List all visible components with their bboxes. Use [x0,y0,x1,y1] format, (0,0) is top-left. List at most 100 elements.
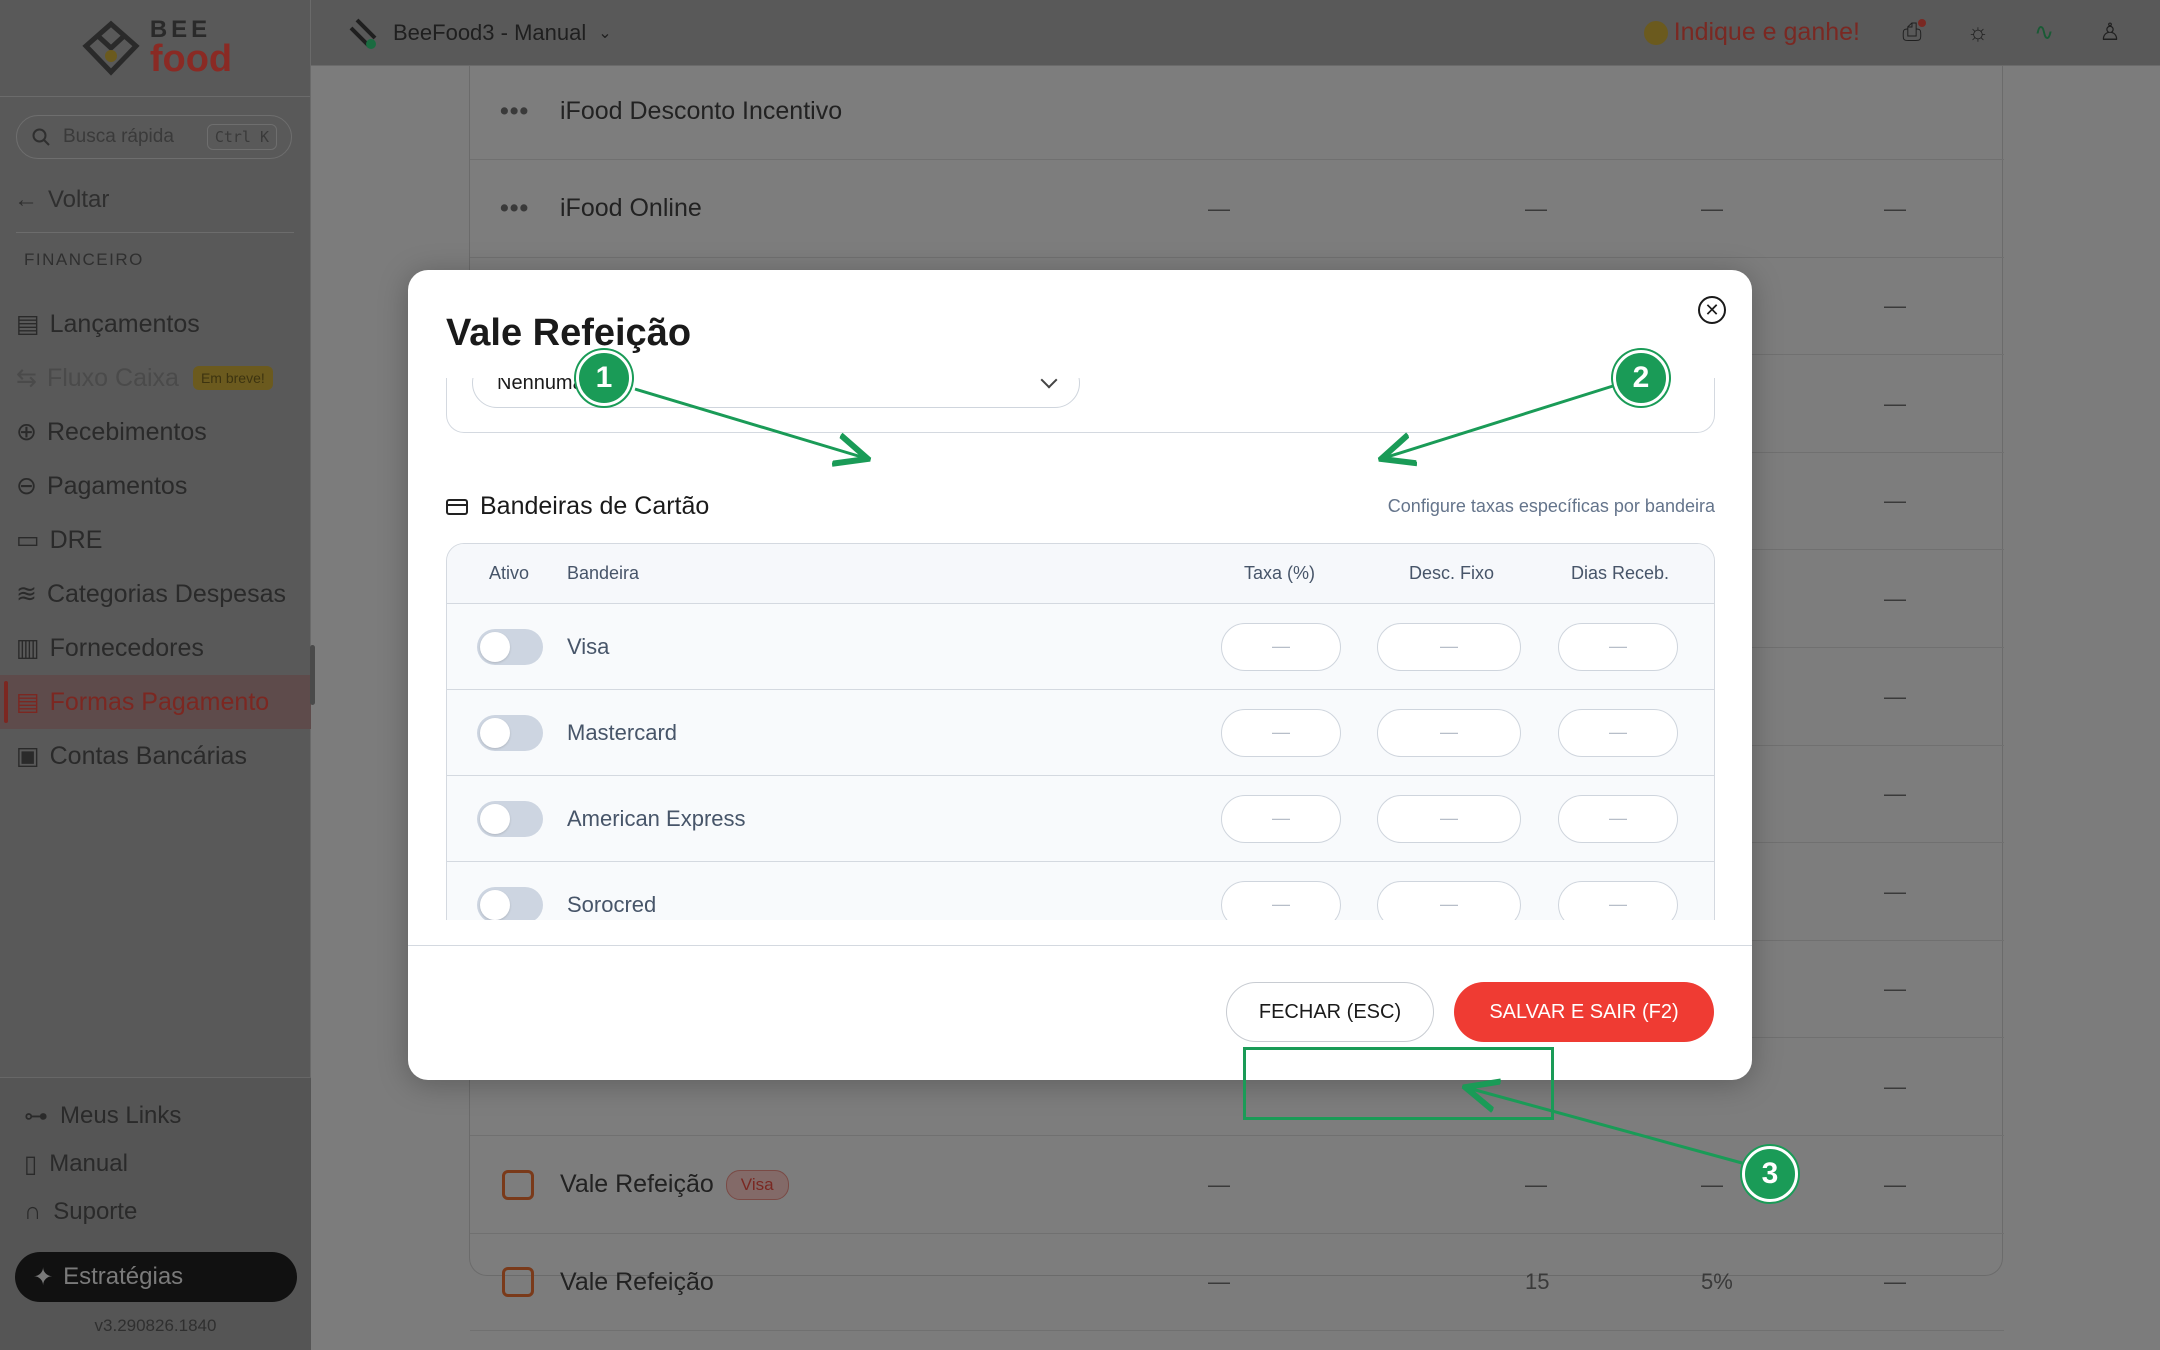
nav-item-formas-pagamento[interactable]: ▤ Formas Pagamento [0,675,311,729]
strategies-button[interactable]: ✦ Estratégias [15,1252,297,1302]
row-cell: — [1525,1171,1547,1197]
nav-item-contas-bancarias[interactable]: ▣ Contas Bancárias [0,729,311,783]
brand-name: American Express [567,805,746,831]
nav-item-fornecedores[interactable]: ▥ Fornecedores [0,621,311,675]
rate-input[interactable]: — [1221,622,1341,671]
card-brands-header: Bandeiras de Cartão Configure taxas espe… [446,492,1715,521]
fixed-discount-input[interactable]: — [1377,794,1521,843]
bee-logo-icon [82,20,140,76]
book-icon: ▯ [24,1150,38,1178]
arrow-up-circle-icon: ⊕ [16,418,37,446]
fixed-discount-input[interactable]: — [1377,622,1521,671]
list-item[interactable]: ••• iFood Online — — — — [470,161,2004,258]
notification-dot [1918,18,1926,27]
rate-input[interactable]: — [1221,794,1341,843]
card-brands-table: Ativo Bandeira Taxa (%) Desc. Fixo Dias … [446,543,1715,920]
active-toggle[interactable] [477,886,543,920]
save-and-exit-button[interactable]: SALVAR E SAIR (F2) [1454,982,1714,1042]
receive-days-input[interactable]: — [1558,708,1678,757]
workspace-selector[interactable]: BeeFood3 - Manual ⌄ [347,16,612,50]
payment-method-name: iFood Desconto Incentivo [560,97,842,126]
layers-icon: ≋ [16,580,37,608]
col-rate: Taxa (%) [1244,563,1316,583]
account-select[interactable]: Nenhuma [472,378,1080,408]
sidebar-scrollbar[interactable] [310,645,315,705]
col-active: Ativo [489,563,530,583]
wallet-icon [502,1169,534,1200]
user-icon[interactable]: ♙ [2096,19,2124,47]
list-item[interactable]: Vale Refeição — 15 5% — [470,1234,2004,1332]
refer-link[interactable]: Indique e ganhe! [1643,18,1860,47]
nav-label: Fornecedores [49,633,204,662]
workspace-logo-icon [349,18,377,49]
section-hint: Configure taxas específicas por bandeira [1387,496,1715,516]
money-face-icon [1643,20,1668,45]
modal-body[interactable]: Nenhuma Bandeiras de Cartão Configure ta… [408,378,1752,920]
back-label: Voltar [48,186,110,213]
sidebar-divider [16,232,294,233]
table-header: Ativo Bandeira Taxa (%) Desc. Fixo Dias … [447,544,1714,604]
nav-item-suporte[interactable]: ∩ Suporte [0,1188,311,1236]
rate-input[interactable]: — [1221,708,1341,757]
brand-logo[interactable]: BEE food [0,0,310,97]
nav-item-lancamentos[interactable]: ▤ Lançamentos [0,297,311,351]
finance-nav: ▤ Lançamentos ⇆ Fluxo Caixa Em breve! ⊕ … [0,297,311,783]
select-value: Nenhuma [497,378,584,394]
nav-item-manual[interactable]: ▯ Manual [0,1140,311,1188]
more-dots-icon[interactable]: ••• [500,97,534,126]
table-row: American Express — — — [447,776,1714,862]
sun-icon[interactable]: ☼ [1964,19,1992,47]
receive-days-input[interactable]: — [1558,794,1678,843]
receive-days-input[interactable]: — [1558,880,1678,920]
nav-label: Fluxo Caixa [46,363,179,392]
row-cell: — [1884,586,1906,611]
close-button[interactable]: FECHAR (ESC) [1226,982,1434,1042]
refer-label: Indique e ganhe! [1673,18,1860,46]
wallet-icon: ▣ [16,742,40,770]
list-item[interactable]: Vale Refeição Visa — — — — [470,1137,2004,1234]
credit-card-icon [446,498,468,515]
chevron-down-icon [1040,378,1058,389]
sidebar-footer: ⊶ Meus Links ▯ Manual ∩ Suporte ✦ Estrat… [0,1077,311,1350]
list-item[interactable]: ••• iFood Desconto Incentivo [470,63,2004,160]
row-cell: — [1884,878,1906,904]
topbar: BeeFood3 - Manual ⌄ Indique e ganhe! ⎙ ☼… [311,0,2160,66]
app-version: v3.290826.1840 [94,1316,217,1335]
nav-item-categorias-despesas[interactable]: ≋ Categorias Despesas [0,567,311,621]
quick-search-input[interactable]: Busca rápida Ctrl K [16,115,292,159]
payment-method-name: Vale Refeição Visa [560,1169,789,1200]
nav-label: Lançamentos [49,309,200,338]
nav-label: Pagamentos [46,471,188,500]
nav-label: DRE [49,525,103,554]
activity-icon[interactable]: ∿ [2030,19,2058,47]
back-link[interactable]: ← Voltar [14,186,109,214]
row-cell: — [1208,1269,1230,1295]
nav-label: Recebimentos [46,417,207,446]
row-cell: 5% [1701,1269,1733,1295]
active-toggle[interactable] [477,628,543,665]
printer-icon[interactable]: ⎙ [1898,18,1926,47]
payment-method-name: iFood Online [560,194,702,223]
active-toggle[interactable] [477,714,543,751]
nav-label: Formas Pagamento [49,687,270,716]
section-label-financeiro: FINANCEIRO [24,250,144,269]
nav-item-dre[interactable]: ▭ DRE [0,513,311,567]
close-icon[interactable]: ✕ [1698,296,1726,324]
nav-item-pagamentos[interactable]: ⊖ Pagamentos [0,459,311,513]
nav-item-recebimentos[interactable]: ⊕ Recebimentos [0,405,311,459]
row-name: Vale Refeição [560,1170,714,1199]
row-name: iFood Desconto Incentivo [560,96,843,125]
row-name: iFood Online [560,194,702,223]
dollar-doc-icon: ▤ [16,688,40,716]
row-cell: — [1884,390,1906,416]
receive-days-input[interactable]: — [1558,622,1678,671]
fixed-discount-input[interactable]: — [1377,708,1521,757]
fixed-discount-input[interactable]: — [1377,880,1521,920]
active-toggle[interactable] [477,800,543,837]
rate-input[interactable]: — [1221,880,1341,920]
more-dots-icon[interactable]: ••• [500,194,534,223]
dollar-doc-icon: ▤ [16,310,40,338]
nav-item-meus-links[interactable]: ⊶ Meus Links [0,1092,311,1140]
search-icon [32,128,50,146]
col-brand: Bandeira [567,563,640,583]
